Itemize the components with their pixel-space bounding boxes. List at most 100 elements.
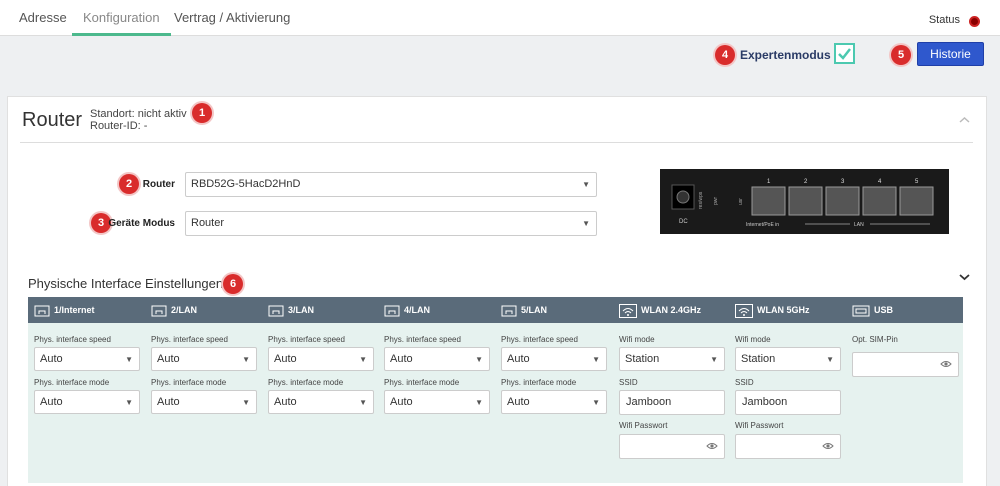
mode-label: Phys. interface mode [384, 378, 460, 387]
speed-select-3[interactable]: Auto ▼ [268, 347, 374, 371]
mode-select-4[interactable]: Auto ▼ [384, 390, 490, 414]
speed-value: Auto [390, 353, 413, 365]
wifi-icon [735, 303, 753, 318]
device-mode-value: Router [191, 217, 225, 229]
ethernet-port-icon [151, 305, 167, 317]
ssid-input-24[interactable]: Jamboon [619, 390, 725, 415]
speed-value: Auto [40, 353, 63, 365]
device-usr-label: usr [738, 198, 744, 205]
mode-value: Auto [40, 396, 63, 408]
router-meta: Standort: nicht aktiv Router-ID: - [90, 108, 187, 132]
wifi-mode-select-24[interactable]: Station ▼ [619, 347, 725, 371]
ssid-label: SSID [735, 378, 754, 387]
router-location: Standort: nicht aktiv [90, 108, 187, 120]
speed-label: Phys. interface speed [384, 335, 461, 344]
tab-konfiguration[interactable]: Konfiguration [72, 0, 171, 36]
router-device-image: DC res/wps pwr usr 1 2 3 4 5 Internet/Po… [660, 169, 949, 234]
caret-down-icon: ▼ [242, 398, 250, 407]
eye-icon[interactable] [940, 360, 952, 368]
sim-pin-label: Opt. SIM-Pin [852, 335, 898, 344]
mode-label: Phys. interface mode [151, 378, 227, 387]
interface-settings-body: Phys. interface speed Auto ▼ Phys. interf… [28, 323, 963, 483]
device-reset-label: res/wps [698, 191, 704, 209]
speed-value: Auto [274, 353, 297, 365]
speed-select-5[interactable]: Auto ▼ [501, 347, 607, 371]
usb-icon [852, 305, 870, 317]
mode-select-3[interactable]: Auto ▼ [268, 390, 374, 414]
divider [20, 142, 973, 143]
caret-down-icon: ▼ [125, 398, 133, 407]
interfaces-section-title: Physische Interface Einstellungen [28, 276, 224, 291]
ssid-input-5[interactable]: Jamboon [735, 390, 841, 415]
router-select[interactable]: RBD52G-5HacD2HnD ▼ [185, 172, 597, 197]
interface-name: USB [874, 305, 894, 315]
mode-value: Auto [157, 396, 180, 408]
speed-value: Auto [507, 353, 530, 365]
wifi-mode-select-5[interactable]: Station ▼ [735, 347, 841, 371]
interface-name: 2/LAN [171, 305, 198, 315]
interface-header-3-lan: 3/LAN [268, 297, 314, 323]
interface-name: 3/LAN [288, 305, 315, 315]
help-badge-history: 5 [891, 45, 911, 65]
eye-icon[interactable] [822, 442, 834, 450]
device-pwr-label: pwr [713, 197, 719, 205]
ethernet-port-icon [501, 305, 517, 317]
ssid-label: SSID [619, 378, 638, 387]
interface-header-usb: USB [852, 297, 893, 323]
mode-value: Auto [274, 396, 297, 408]
device-mode-label: Geräte Modus [108, 218, 175, 229]
chevron-down-icon[interactable] [959, 272, 970, 284]
interface-header-wlan-5: WLAN 5GHz [735, 297, 810, 323]
caret-down-icon: ▼ [710, 355, 718, 364]
wifi-password-label: Wifi Passwort [735, 421, 784, 430]
status-indicator [969, 16, 980, 27]
mode-select-2[interactable]: Auto ▼ [151, 390, 257, 414]
mode-select-1[interactable]: Auto ▼ [34, 390, 140, 414]
expert-mode-checkbox[interactable] [834, 43, 855, 64]
mode-label: Phys. interface mode [268, 378, 344, 387]
top-navigation: Adresse Konfiguration Vertrag / Aktivier… [0, 0, 1000, 36]
status-label: Status [928, 14, 960, 26]
speed-select-1[interactable]: Auto ▼ [34, 347, 140, 371]
tab-adresse[interactable]: Adresse [8, 0, 78, 36]
caret-down-icon: ▼ [582, 219, 590, 228]
wifi-password-input-5[interactable] [735, 434, 841, 459]
caret-down-icon: ▼ [592, 398, 600, 407]
chevron-up-icon[interactable] [959, 113, 970, 127]
device-poe-label: Internet/PoE in [746, 222, 779, 228]
device-dc-label: DC [679, 219, 688, 225]
tab-vertrag-aktivierung[interactable]: Vertrag / Aktivierung [163, 0, 301, 36]
interface-name: WLAN 5GHz [757, 305, 810, 315]
history-button[interactable]: Historie [917, 42, 984, 66]
caret-down-icon: ▼ [826, 355, 834, 364]
device-mode-select[interactable]: Router ▼ [185, 211, 597, 236]
speed-value: Auto [157, 353, 180, 365]
speed-select-4[interactable]: Auto ▼ [384, 347, 490, 371]
interface-header-2-lan: 2/LAN [151, 297, 197, 323]
interface-name: 1/Internet [54, 305, 95, 315]
caret-down-icon: ▼ [242, 355, 250, 364]
sim-pin-input[interactable] [852, 352, 959, 377]
mode-value: Auto [507, 396, 530, 408]
eye-icon[interactable] [706, 442, 718, 450]
help-badge-router: 1 [192, 103, 212, 123]
mode-label: Phys. interface mode [501, 378, 577, 387]
ethernet-port-icon [384, 305, 400, 317]
wifi-icon [619, 303, 637, 318]
speed-label: Phys. interface speed [34, 335, 111, 344]
speed-label: Phys. interface speed [151, 335, 228, 344]
help-badge-interfaces: 6 [223, 274, 243, 294]
help-badge-expert-mode: 4 [715, 45, 735, 65]
interface-header-5-lan: 5/LAN [501, 297, 547, 323]
caret-down-icon: ▼ [475, 398, 483, 407]
wifi-mode-label: Wifi mode [619, 335, 655, 344]
mode-value: Auto [390, 396, 413, 408]
wifi-password-input-24[interactable] [619, 434, 725, 459]
expert-mode-label: Expertenmodus [740, 48, 831, 62]
interface-header-1-internet: 1/Internet [34, 297, 95, 323]
mode-select-5[interactable]: Auto ▼ [501, 390, 607, 414]
ethernet-port-icon [34, 305, 50, 317]
speed-label: Phys. interface speed [268, 335, 345, 344]
speed-select-2[interactable]: Auto ▼ [151, 347, 257, 371]
wifi-mode-value: Station [625, 353, 660, 365]
